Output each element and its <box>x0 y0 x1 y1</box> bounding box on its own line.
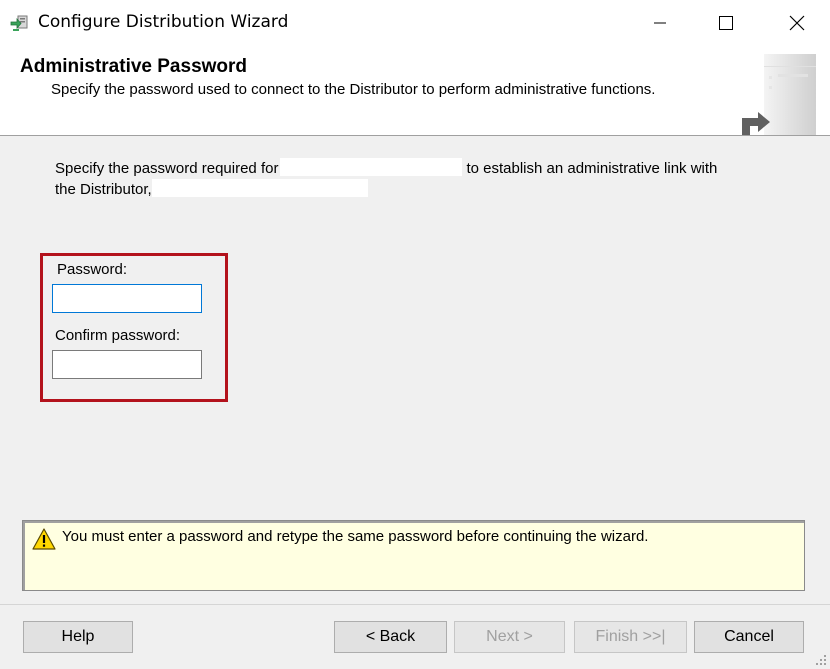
back-button[interactable]: < Back <box>334 621 447 653</box>
description-part3: the Distributor, <box>55 181 152 198</box>
warning-icon <box>32 528 56 550</box>
close-icon <box>789 15 805 31</box>
next-button[interactable]: Next > <box>454 621 565 653</box>
cancel-button[interactable]: Cancel <box>694 621 804 653</box>
password-field[interactable] <box>52 284 202 313</box>
description-part2: to establish an administrative link with <box>466 160 718 177</box>
password-label: Password: <box>57 261 128 278</box>
minimize-button[interactable] <box>637 0 683 46</box>
description-part1: Specify the password required for <box>55 160 279 177</box>
server-illustration-icon <box>742 54 816 135</box>
maximize-icon <box>719 16 733 30</box>
validation-message-box: You must enter a password and retype the… <box>22 520 805 591</box>
footer-divider <box>0 604 830 605</box>
redacted-distributor-name <box>151 179 368 197</box>
finish-button[interactable]: Finish >>| <box>574 621 687 653</box>
maximize-button[interactable] <box>703 0 749 46</box>
title-bar: Configure Distribution Wizard <box>0 0 830 46</box>
page-title: Administrative Password <box>20 56 248 77</box>
page-subtitle: Specify the password used to connect to … <box>51 81 656 98</box>
help-button[interactable]: Help <box>23 621 133 653</box>
resize-grip-icon[interactable] <box>814 653 828 667</box>
wizard-icon <box>10 15 28 31</box>
redacted-publisher-name <box>280 158 463 176</box>
close-button[interactable] <box>774 0 820 46</box>
description-text: Specify the password required for to esta… <box>55 158 775 200</box>
confirm-password-field[interactable] <box>52 350 202 379</box>
confirm-password-label: Confirm password: <box>55 327 181 344</box>
wizard-header: Administrative Password Specify the pass… <box>0 46 830 136</box>
minimize-icon <box>654 22 666 24</box>
window-title: Configure Distribution Wizard <box>38 12 289 32</box>
validation-message: You must enter a password and retype the… <box>62 528 649 545</box>
